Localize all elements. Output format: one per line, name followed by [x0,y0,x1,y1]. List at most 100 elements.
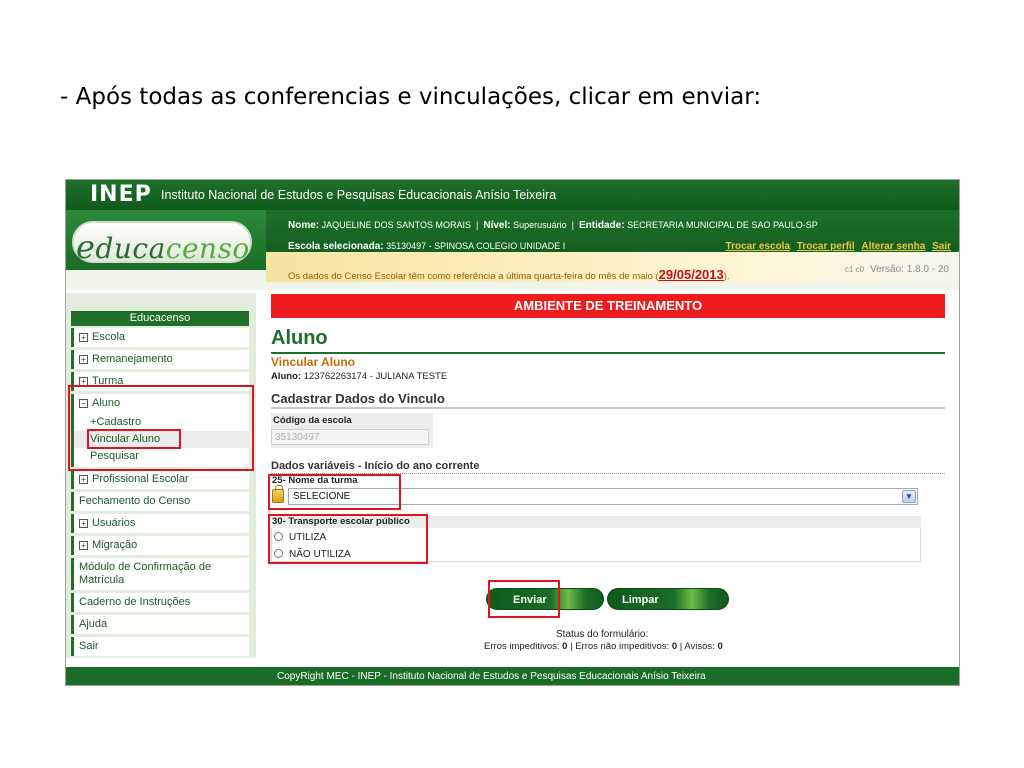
nivel-label: Nível: [483,220,511,231]
expand-icon: + [79,377,88,386]
sidebar-subitem-label: Cadastro [96,416,142,428]
sidebar-item-label: Escola [92,331,126,343]
sidebar-item-label: Sair [79,640,99,652]
erros-impeditivos-value: 0 [562,641,568,652]
transporte-label: 30- Transporte escolar público [272,516,410,527]
censo-notice-text: Os dados do Censo Escolar têm como refer… [288,271,659,282]
sidebar-group-aluno: − Aluno +Cadastro Vincular Aluno Pesquisa… [71,394,249,467]
censo-date: 29/05/2013 [658,267,724,282]
version-info: c1 c0 Versão: 1.8.0 - 20 [845,264,949,275]
escola-label: Escola selecionada: [288,241,384,252]
entidade-value: SECRETARIA MUNICIPAL DE SAO PAULO-SP [627,220,818,230]
section-title: Cadastrar Dados do Vinculo [271,391,445,406]
sidebar-item-sair[interactable]: Sair [71,637,249,656]
sidebar-item-label: Migração [92,539,138,551]
escola-value: 35130497 - SPINOSA COLEGIO UNIDADE I [386,241,566,251]
sidebar-item-label: Turma [92,375,124,387]
collapse-icon: − [79,399,88,408]
logo-duca: duca [95,232,166,265]
sidebar-item-label: Remanejamento [92,353,173,365]
sidebar-item-label: Usuários [92,517,136,529]
radio-utiliza[interactable]: UTILIZA [274,532,326,543]
nome-turma-select[interactable]: SELECIONE ▼ [288,488,918,505]
limpar-button[interactable]: Limpar [607,588,729,610]
nivel-value: Superusuário [513,220,567,230]
footer-text: CopyRight MEC - INEP - Instituto Naciona… [277,671,706,682]
sidebar-item-escola[interactable]: + Escola [71,328,249,347]
sidebar-item-turma[interactable]: + Turma [71,372,249,391]
sidebar-item-profissional-escolar[interactable]: + Profissional Escolar [71,470,249,489]
aluno-value: 123762263174 - JULIANA TESTE [303,371,448,382]
educacenso-logo[interactable]: educacenso [76,228,250,266]
screenshot-window: INEP Instituto Nacional de Estudos e Pes… [65,179,960,686]
aluno-info: Aluno: 123762263174 - JULIANA TESTE [271,371,447,382]
version-text: Versão: 1.8.0 - 20 [870,264,949,275]
trocar-perfil-link[interactable]: Trocar perfil [797,241,855,252]
sidebar-subitem-label: Vincular Aluno [90,433,161,445]
erros-nao-impeditivos-label: Erros não impeditivos: [575,641,670,652]
enviar-button[interactable]: Enviar [486,588,604,610]
expand-icon: + [79,475,88,484]
chevron-down-icon[interactable]: ▼ [902,490,916,503]
sidebar-item-caderno-instrucoes[interactable]: Caderno de Instruções [71,593,249,612]
slide-title: - Após todas as conferencias e vinculaçõ… [60,84,762,110]
entidade-label: Entidade: [579,220,625,231]
sair-link[interactable]: Sair [932,241,951,252]
expand-icon: + [79,519,88,528]
status-title: Status do formulário: [556,629,649,640]
sidebar-item-label: Fechamento do Censo [79,495,191,507]
expand-icon: + [79,541,88,550]
sidebar-item-usuarios[interactable]: + Usuários [71,514,249,533]
aluno-label: Aluno: [271,371,302,382]
nome-turma-label: 25- Nome da turma [272,475,358,486]
radio-button[interactable] [274,549,283,558]
censo-notice: Os dados do Censo Escolar têm como refer… [288,267,730,282]
vars-section-title: Dados variáveis - Início do ano corrente [271,460,480,472]
lock-icon [272,485,284,503]
erros-nao-impeditivos-value: 0 [671,641,678,652]
alterar-senha-link[interactable]: Alterar senha [861,241,925,252]
footer: CopyRight MEC - INEP - Instituto Naciona… [66,667,959,685]
radio-button[interactable] [274,532,283,541]
sidebar-item-ajuda[interactable]: Ajuda [71,615,249,634]
censo-notice-end: ). [723,271,730,282]
sidebar-item-aluno[interactable]: − Aluno [74,394,249,413]
sidebar-item-remanejamento[interactable]: + Remanejamento [71,350,249,369]
trocar-escola-link[interactable]: Trocar escola [726,241,790,252]
sidebar-subitem-pesquisar[interactable]: Pesquisar [74,448,249,465]
sidebar-subitem-label: Pesquisar [90,450,139,462]
institute-name: Instituto Nacional de Estudos e Pesquisa… [161,188,557,202]
sidebar-item-label: Módulo de Confirmação de Matrícula [79,561,212,586]
page-title: Aluno [271,327,328,349]
page-subtitle: Vincular Aluno [271,355,356,369]
sidebar-item-fechamento-censo[interactable]: Fechamento do Censo [71,492,249,511]
sidebar-item-modulo-confirmacao[interactable]: Módulo de Confirmação de Matrícula [71,558,249,590]
logo-e: e [76,228,96,266]
user-info-line: Nome: JAQUELINE DOS SANTOS MORAIS | Níve… [288,220,818,231]
escola-line: Escola selecionada: 35130497 - SPINOSA C… [288,241,565,252]
sidebar-item-migracao[interactable]: + Migração [71,536,249,555]
expand-icon: + [79,333,88,342]
training-banner: AMBIENTE DE TREINAMENTO [271,294,945,318]
user-links: Trocar escola Trocar perfil Alterar senh… [722,241,951,252]
sidebar-item-label: Profissional Escolar [92,473,189,485]
version-tiny: c1 c0 [844,265,865,274]
radio-nao-utiliza[interactable]: NÃO UTILIZA [274,549,351,560]
sidebar: Educacenso + Escola + Remanejamento + Turma… [66,293,256,658]
nome-turma-selected: SELECIONE [293,491,351,502]
sidebar-subitem-cadastro[interactable]: +Cadastro [74,414,249,431]
vars-divider [271,473,945,474]
inep-logo: INEP [90,182,152,207]
sidebar-subitem-vincular-aluno[interactable]: Vincular Aluno [74,431,249,448]
sidebar-item-label: Aluno [92,397,121,409]
sidebar-item-label: Ajuda [79,618,108,630]
codigo-escola-field [271,429,429,445]
status-line: Erros impeditivos: 0 | Erros não impedit… [484,641,723,652]
erros-impeditivos-label: Erros impeditivos: [484,641,560,652]
sidebar-item-label: Caderno de Instruções [79,596,191,608]
sidebar-menu: Educacenso + Escola + Remanejamento + Turma… [71,311,249,659]
logo-censo: censo [165,232,250,265]
nome-value: JAQUELINE DOS SANTOS MORAIS [321,220,472,230]
sidebar-title: Educacenso [71,311,249,326]
avisos-value: 0 [717,641,723,652]
